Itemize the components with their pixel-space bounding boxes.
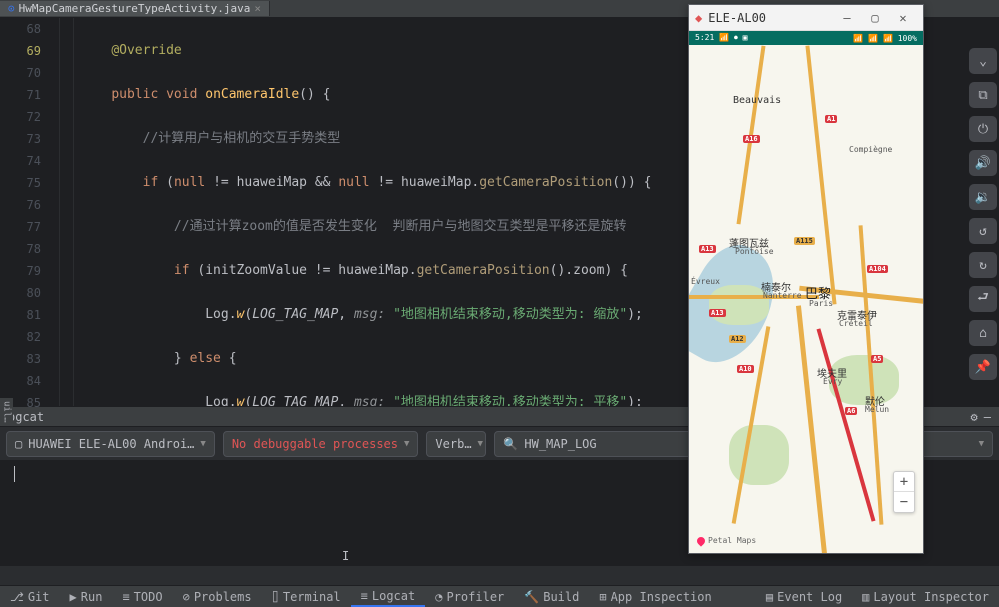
logcat-tab[interactable]: ≡ Logcat	[351, 586, 426, 607]
loglevel-label: Verb…	[435, 437, 471, 451]
todo-tab[interactable]: ≡ TODO	[112, 586, 172, 607]
terminal-tab[interactable]: ⌷ Terminal	[262, 586, 351, 607]
city-label: Évry	[823, 377, 842, 386]
emulator-app-icon: ◆	[695, 11, 702, 25]
window-close-icon[interactable]: ✕	[889, 11, 917, 25]
window-maximize-icon[interactable]: ▢	[861, 11, 889, 25]
run-tab[interactable]: ▶ Run	[60, 586, 113, 607]
road-label: A6	[845, 407, 857, 415]
emulator-titlebar[interactable]: ◆ ELE-AL00 — ▢ ✕	[689, 5, 923, 31]
left-tool-strip[interactable]: uil…	[0, 398, 13, 426]
search-icon: 🔍	[503, 437, 518, 451]
process-dropdown[interactable]: No debuggable processes ▼	[223, 431, 419, 457]
appinspection-tab[interactable]: ⊞ App Inspection	[589, 586, 721, 607]
chevron-down-icon: ▼	[200, 439, 205, 449]
petal-maps-icon	[695, 535, 706, 546]
road-label: A13	[709, 309, 726, 317]
file-tab[interactable]: ⊙ HwMapCameraGestureTypeActivity.java ×	[0, 1, 270, 16]
settings-icon[interactable]: ⚙	[971, 410, 978, 424]
rotate-left-button[interactable]: ↺	[969, 218, 997, 244]
file-tab-label: HwMapCameraGestureTypeActivity.java	[19, 2, 251, 15]
road-label: A1	[825, 115, 837, 123]
emulator-title-label: ELE-AL00	[708, 11, 766, 25]
city-label: Pontoise	[735, 247, 774, 256]
device-label: HUAWEI ELE-AL00 Androi…	[28, 437, 194, 451]
back-button[interactable]: ⮐	[969, 286, 997, 312]
volume-up-button[interactable]: 🔊	[969, 150, 997, 176]
map-zoom-control: + −	[893, 471, 915, 513]
city-label: Nanterre	[763, 291, 802, 300]
window-minimize-icon[interactable]: —	[833, 11, 861, 25]
city-label: Créteil	[839, 319, 873, 328]
road-label: A16	[743, 135, 760, 143]
status-left: 5:21 📶 ⏺ ▣	[695, 33, 748, 43]
pin-button[interactable]: 📌	[969, 354, 997, 380]
emulator-window: ◆ ELE-AL00 — ▢ ✕ 5:21 📶 ⏺ ▣ 📶 📶 📶 100% A…	[688, 4, 924, 554]
close-tab-icon[interactable]: ×	[254, 2, 261, 15]
road-label: A115	[794, 237, 815, 245]
profiler-tab[interactable]: ◔ Profiler	[425, 586, 514, 607]
mouse-cursor-icon: I	[342, 549, 343, 563]
zoom-out-button[interactable]: −	[894, 492, 914, 512]
city-label: Paris	[809, 299, 833, 308]
status-right: 📶 📶 📶 100%	[853, 34, 917, 43]
road-label: A104	[867, 265, 888, 273]
chevron-down-icon: ▼	[979, 439, 984, 449]
road-label: A12	[729, 335, 746, 343]
minimize-panel-icon[interactable]: —	[984, 410, 991, 424]
city-label: Compiègne	[849, 145, 892, 154]
map-view[interactable]: A16 A1 A115 A104 A13 A13 A5 A10 A12 A6 B…	[689, 45, 923, 553]
build-tab[interactable]: 🔨 Build	[514, 586, 589, 607]
power-button[interactable]: ⏻	[969, 116, 997, 142]
chevron-down-icon: ▼	[478, 439, 483, 449]
device-icon: ▢	[15, 437, 22, 451]
line-gutter: 6869 7071 7273 7475 7677 7879 8081 8283 …	[0, 18, 60, 406]
bottom-toolbar: ⎇ Git ▶ Run ≡ TODO ⊘ Problems ⌷ Terminal…	[0, 585, 999, 607]
eventlog-tab[interactable]: ▤ Event Log	[756, 590, 852, 604]
volume-down-button[interactable]: 🔉	[969, 184, 997, 210]
road-label: A13	[699, 245, 716, 253]
petal-maps-label: Petal Maps	[697, 536, 756, 545]
city-label: Beauvais	[733, 95, 781, 106]
device-statusbar: 5:21 📶 ⏺ ▣ 📶 📶 📶 100%	[689, 31, 923, 45]
zoom-in-button[interactable]: +	[894, 472, 914, 492]
java-file-icon: ⊙	[8, 2, 15, 15]
loglevel-dropdown[interactable]: Verb… ▼	[426, 431, 486, 457]
chevron-down-icon: ▼	[404, 439, 409, 449]
git-tab[interactable]: ⎇ Git	[0, 586, 60, 607]
fold-gutter	[60, 18, 74, 406]
process-label: No debuggable processes	[232, 437, 398, 451]
rotate-right-button[interactable]: ↻	[969, 252, 997, 278]
layoutinspector-tab[interactable]: ▥ Layout Inspector	[852, 590, 999, 604]
device-dropdown[interactable]: ▢ HUAWEI ELE-AL00 Androi… ▼	[6, 431, 215, 457]
home-button[interactable]: ⌂	[969, 320, 997, 346]
road-label: A5	[871, 355, 883, 363]
text-cursor	[14, 466, 15, 482]
problems-tab[interactable]: ⊘ Problems	[173, 586, 262, 607]
city-label: Évreux	[691, 277, 720, 286]
road-label: A10	[737, 365, 754, 373]
city-label: Melun	[865, 405, 889, 414]
emulator-side-toolbar: ⌄ ⧉ ⏻ 🔊 🔉 ↺ ↻ ⮐ ⌂ 📌	[965, 44, 999, 384]
chevron-down-button[interactable]: ⌄	[969, 48, 997, 74]
screenshot-button[interactable]: ⧉	[969, 82, 997, 108]
